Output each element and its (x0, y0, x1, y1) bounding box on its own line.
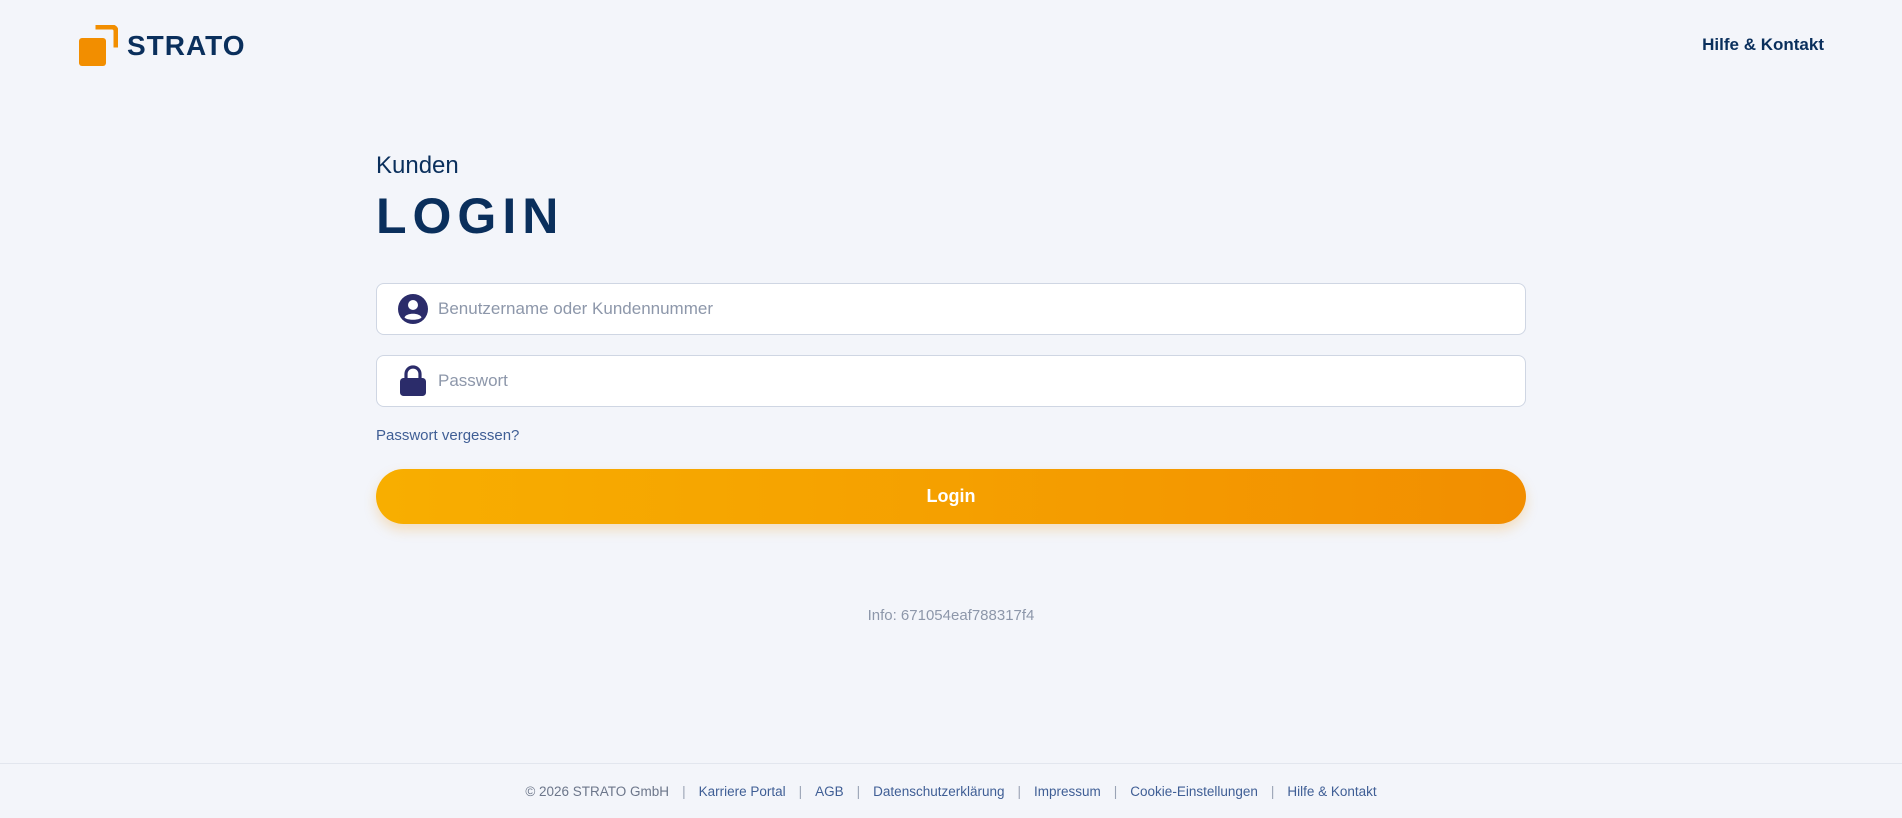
strato-logo[interactable]: STRATO (78, 25, 246, 67)
lock-icon (397, 365, 429, 397)
username-field[interactable] (376, 283, 1526, 335)
footer-separator: | (1113, 783, 1118, 799)
footer-link-cookie-settings[interactable]: Cookie-Einstellungen (1130, 784, 1258, 799)
footer-separator: | (798, 783, 803, 799)
footer-link-help-contact[interactable]: Hilfe & Kontakt (1287, 784, 1376, 799)
footer-separator: | (682, 783, 686, 799)
user-icon (397, 293, 429, 325)
login-subtitle: Kunden (376, 152, 459, 179)
logo-text: STRATO (127, 30, 246, 61)
info-id-text: Info: 671054eaf788317f4 (867, 607, 1035, 624)
footer-copyright: © 2026 STRATO GmbH (525, 783, 670, 799)
login-button[interactable]: Login (376, 469, 1526, 524)
footer-link-agb[interactable]: AGB (815, 784, 844, 799)
footer-link-impressum[interactable]: Impressum (1034, 784, 1101, 799)
password-input[interactable] (438, 356, 1525, 406)
footer-link-karriere-portal[interactable]: Karriere Portal (699, 784, 786, 799)
header-help-contact-link[interactable]: Hilfe & Kontakt (1702, 35, 1824, 55)
page-title: LOGIN (376, 188, 565, 244)
footer-separator: | (1270, 783, 1275, 799)
footer-separator: | (856, 783, 861, 799)
footer-separator: | (1017, 783, 1022, 799)
footer-link-datenschutz[interactable]: Datenschutzerklärung (873, 784, 1004, 799)
site-footer: © 2026 STRATO GmbH | Karriere Portal | A… (0, 763, 1902, 818)
login-page: STRATO Hilfe & Kontakt Kunden LOGIN Benu… (0, 0, 1902, 818)
site-header: STRATO Hilfe & Kontakt (0, 0, 1902, 92)
strato-logo-icon (78, 25, 118, 67)
forgot-password-link[interactable]: Passwort vergessen? (376, 427, 519, 444)
login-form: Kunden LOGIN Passwort vergessen? (376, 150, 1526, 524)
password-field[interactable] (376, 355, 1526, 407)
username-input[interactable] (438, 284, 1525, 334)
